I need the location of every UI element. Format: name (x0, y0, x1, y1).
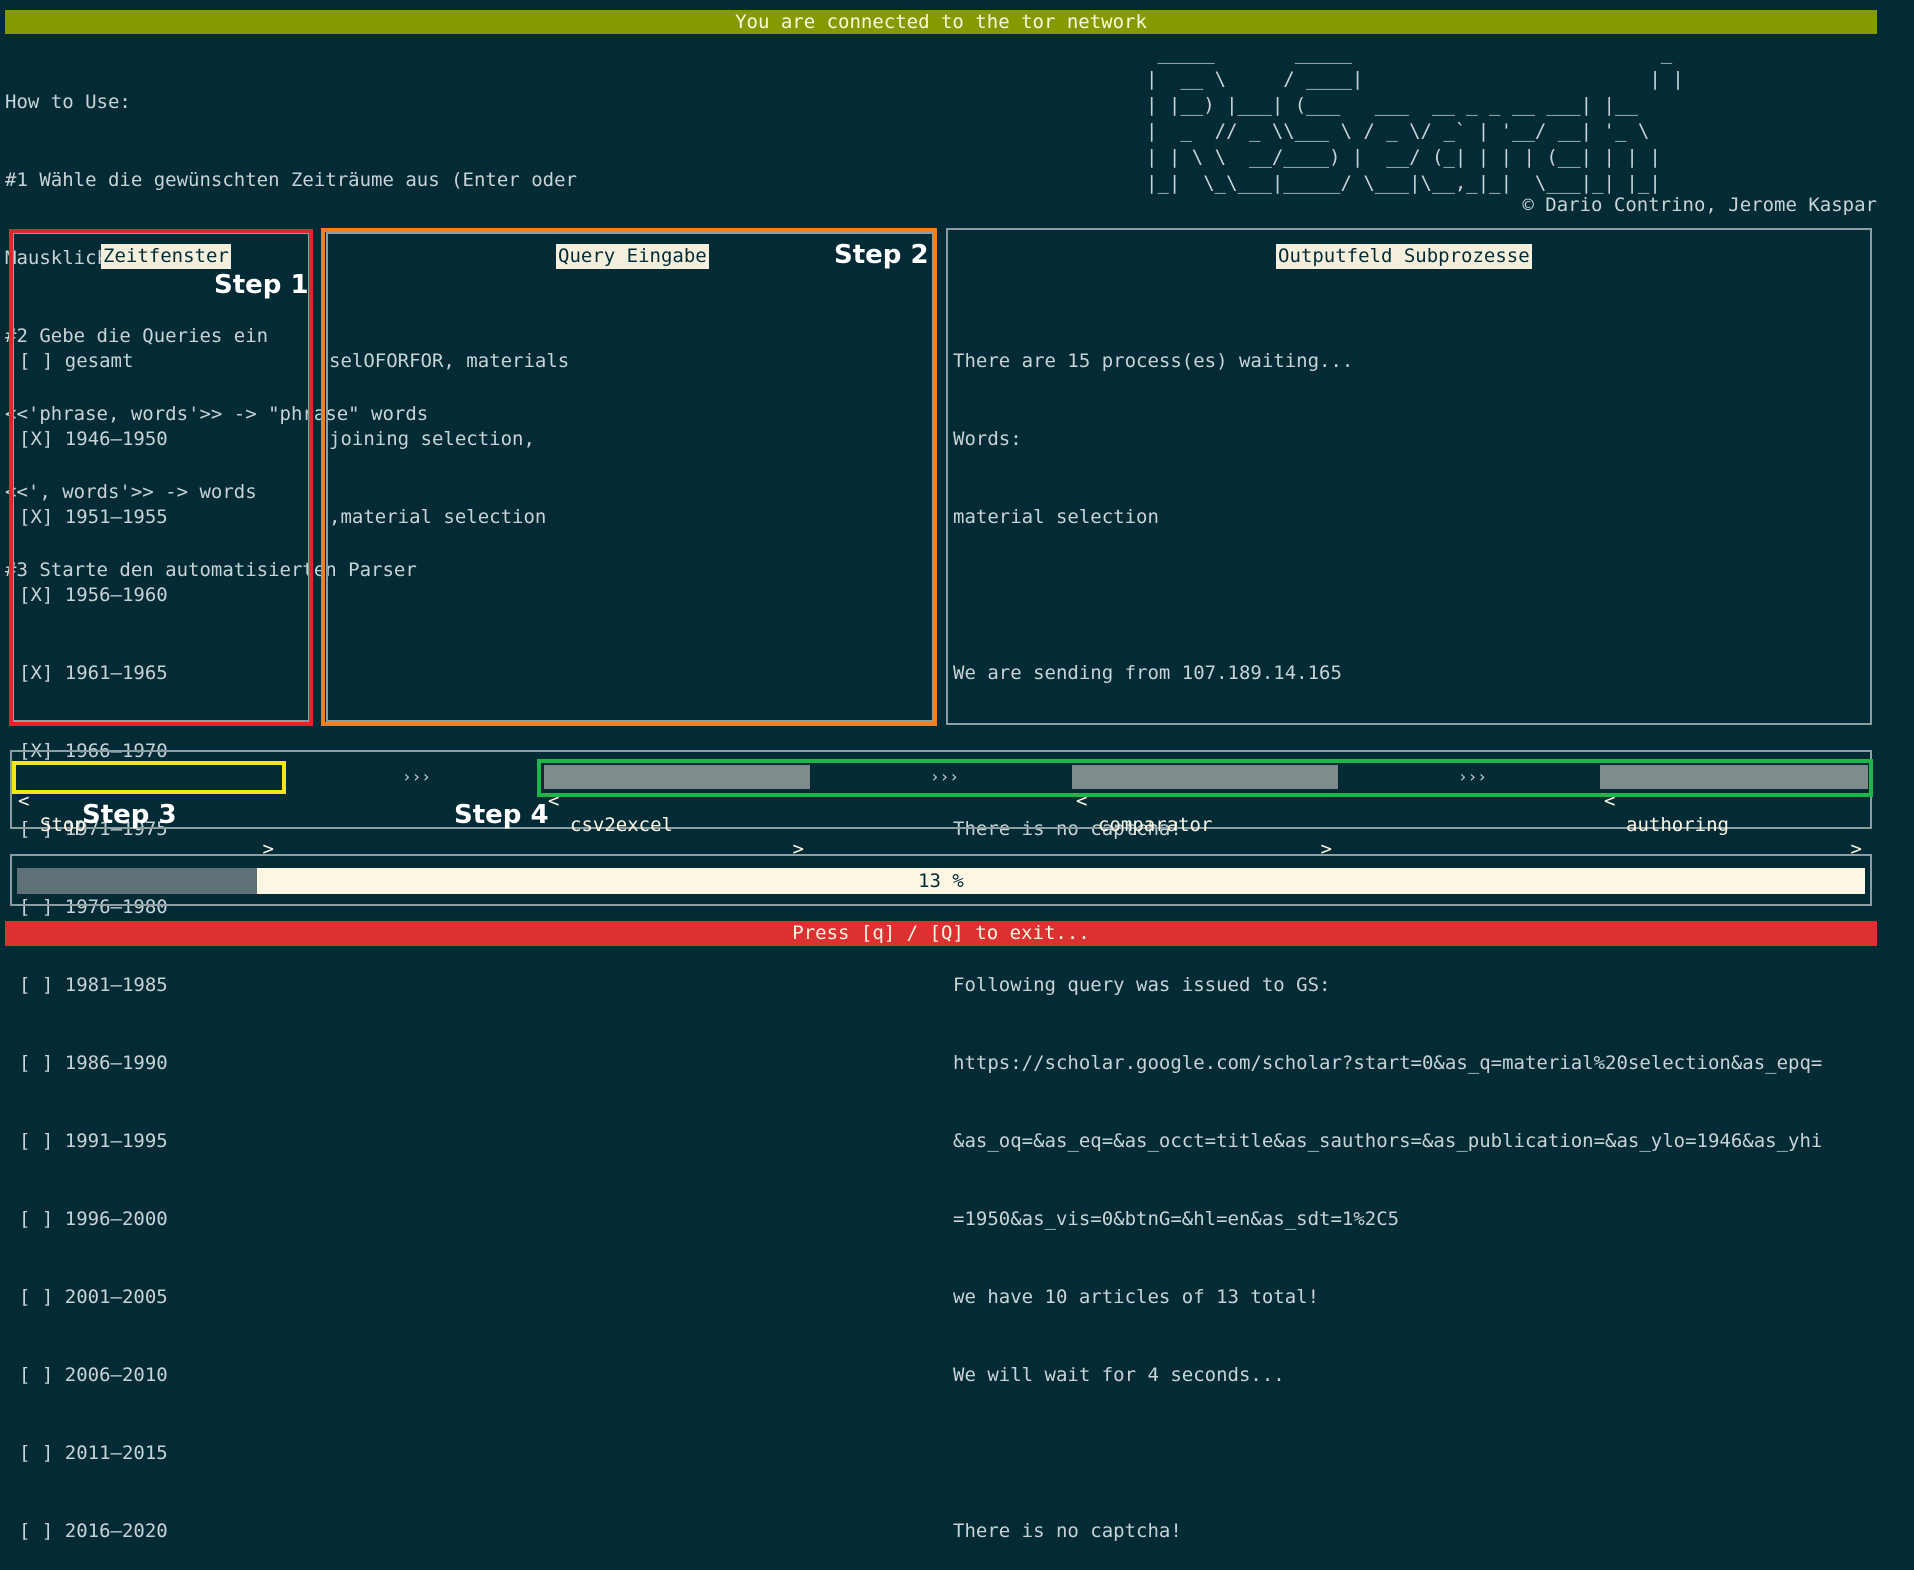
step3-label: Step 3 (82, 800, 177, 830)
research-ascii-logo: _____ _____ _ | __ \ / ____| | | | |__) … (1146, 42, 1684, 194)
output-line: &as_oq=&as_eq=&as_occt=title&as_sauthors… (953, 1130, 1823, 1152)
exit-hint-bar: Press [q] / [Q] to exit... (5, 921, 1877, 946)
output-line: Words: (953, 428, 1022, 450)
output-title: Outputfeld Subprozesse (1276, 244, 1532, 269)
period-checkbox-1986[interactable]: [ ] 1986–1990 (19, 1050, 168, 1076)
authoring-button-label: authoring (1626, 814, 1729, 836)
step1-highlight (9, 229, 313, 726)
step3-highlight (12, 761, 286, 794)
period-checkbox-2011[interactable]: [ ] 2011–2015 (19, 1440, 168, 1466)
output-line: We will wait for 4 seconds... (953, 1364, 1285, 1386)
step2-highlight (321, 228, 937, 726)
period-checkbox-1991[interactable]: [ ] 1991–1995 (19, 1128, 168, 1154)
period-checkbox-2006[interactable]: [ ] 2006–2010 (19, 1362, 168, 1388)
how-to-line: #1 Wähle die gewünschten Zeiträume aus (… (5, 169, 577, 191)
output-line: material selection (953, 506, 1159, 528)
step4-label: Step 4 (454, 800, 549, 830)
output-line: There are 15 process(es) waiting... (953, 350, 1354, 372)
how-to-line: How to Use: (5, 91, 131, 113)
output-line: Following query was issued to GS: (953, 974, 1331, 996)
output-line: https://scholar.google.com/scholar?start… (953, 1052, 1823, 1074)
output-line: we have 10 articles of 13 total! (953, 1286, 1320, 1308)
step4-highlight (537, 759, 1873, 797)
comparator-button-label: comparator (1098, 814, 1213, 836)
connection-status-bar: You are connected to the tor network (5, 10, 1877, 34)
period-checkbox-2001[interactable]: [ ] 2001–2005 (19, 1284, 168, 1310)
progress-label: 13 % (918, 870, 964, 892)
output-line: We are sending from 107.189.14.165 (953, 662, 1342, 684)
step2-label: Step 2 (834, 240, 929, 270)
period-checkbox-2016[interactable]: [ ] 2016–2020 (19, 1518, 168, 1544)
step1-label: Step 1 (214, 270, 309, 300)
period-checkbox-1981[interactable]: [ ] 1981–1985 (19, 972, 168, 998)
output-line: There is no captcha! (953, 1520, 1182, 1542)
period-checkbox-1996[interactable]: [ ] 1996–2000 (19, 1206, 168, 1232)
arrow-separator: ››› (402, 767, 431, 786)
csv2excel-button-label: csv2excel (570, 814, 673, 836)
output-line: =1950&as_vis=0&btnG=&hl=en&as_sdt=1%2C5 (953, 1208, 1400, 1230)
copyright-notice: © Dario Contrino, Jerome Kaspar (1522, 194, 1877, 216)
stop-button-label: Stop (40, 814, 86, 836)
